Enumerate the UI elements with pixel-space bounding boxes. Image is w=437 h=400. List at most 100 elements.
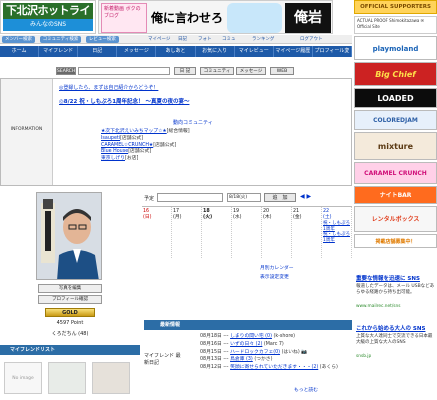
- day-date: 22: [323, 209, 330, 214]
- banner-blog-ad[interactable]: 新着動画 ボクのブログ: [101, 3, 147, 33]
- nav-mypage-history[interactable]: マイページ履歴: [274, 46, 313, 57]
- schedule-add-button[interactable]: 追 加: [264, 193, 296, 202]
- calendar-day-today[interactable]: 18 (火): [202, 207, 232, 258]
- search-community-button[interactable]: コミュニティ: [200, 67, 234, 75]
- official-supporters-note[interactable]: ACTUAL PROOF Shimokitazawa ✉ Official Si…: [354, 16, 437, 34]
- community-link[interactable]: ★次下北沢えいみちマップ☆★: [101, 129, 167, 134]
- ad-caramel-crunch[interactable]: CARAMEL CRUNCH: [354, 162, 437, 184]
- search-diary-button[interactable]: 日 記: [174, 67, 196, 75]
- diary-title-link[interactable]: 笑顔に寄せられていただきます・・・(2): [230, 365, 318, 370]
- calendar-event[interactable]: 祝・しもぷろ1周年: [323, 232, 350, 243]
- list-item: Isaupeti[店舗公式]: [101, 136, 341, 143]
- nav-home[interactable]: ホーム: [0, 46, 40, 57]
- friend-thumbnail[interactable]: [48, 362, 86, 394]
- day-weekday: (土): [323, 215, 332, 220]
- friend-thumbnail[interactable]: No image: [4, 362, 42, 394]
- list-item: ★次下北沢えいみちマップ☆★[総合情報]: [101, 129, 341, 136]
- search-message-button[interactable]: メッセージ: [236, 67, 266, 75]
- community-link[interactable]: Blue House: [101, 149, 128, 154]
- community-search-button[interactable]: コミュニティ検索: [39, 36, 82, 43]
- logo-subtext: みんなのSNS: [3, 19, 93, 31]
- nav-messages[interactable]: メッセージ: [117, 46, 157, 57]
- monthly-calendar-link[interactable]: 月別カレンダー: [260, 264, 294, 273]
- diary-author: (はいね) 📷: [281, 349, 308, 355]
- nav-my-reviews[interactable]: マイレビュー: [235, 46, 274, 57]
- diary-author: (Marc 7): [263, 341, 284, 347]
- community-link[interactable]: CARAMEL☆CRUNCH★: [101, 143, 153, 148]
- community-tag: [総合情報]: [166, 129, 190, 134]
- text-ad-url[interactable]: www.mailrec.net/sns: [356, 304, 400, 309]
- text-ad-title[interactable]: 重要な情報を迅速に SNS: [356, 274, 420, 282]
- calendar-day[interactable]: 20 (木): [262, 207, 292, 258]
- community-icon-link[interactable]: コミュ: [222, 36, 236, 43]
- schedule-input[interactable]: [157, 193, 223, 202]
- calendar-day[interactable]: 16 (日): [142, 207, 172, 258]
- diary-title-link[interactable]: しまりの間い宅 (0): [230, 334, 272, 339]
- info-message-intro[interactable]: ◎登録したら、まずは自己紹介からどうぞ！: [59, 84, 158, 91]
- edit-photo-button[interactable]: 写真を編集: [38, 284, 102, 293]
- calendar-day[interactable]: 22 (土) 祝・しもぷろ1周年 祝・しもぷろ1周年: [322, 207, 352, 258]
- search-web-button[interactable]: WEB: [270, 67, 294, 75]
- community-link[interactable]: 東京しげり: [101, 156, 125, 161]
- diary-author: (k-shore): [273, 334, 296, 339]
- banner-title[interactable]: 俺に言わせろ: [149, 3, 225, 33]
- profile-photo[interactable]: [36, 192, 102, 280]
- ad-loaded[interactable]: LOADED: [354, 88, 437, 108]
- calendar-event[interactable]: 祝・しもぷろ1周年: [323, 221, 350, 232]
- community-tag: [お店]: [125, 156, 139, 162]
- header-banner[interactable]: 新着動画 ボクのブログ 俺に言わせろ 俺岩: [98, 0, 333, 34]
- logout-icon-link[interactable]: ログアウト: [300, 36, 323, 43]
- day-date: 20: [263, 209, 270, 214]
- nav-friends[interactable]: マイフレンド: [39, 46, 79, 57]
- text-ad-url[interactable]: snsb.jp: [356, 354, 371, 359]
- profile-photo-illustration: [37, 193, 101, 279]
- recommended-communities-header[interactable]: 動向コミュニティ: [173, 119, 213, 126]
- site-logo[interactable]: 下北沢ホットライン みんなのSNS: [0, 0, 96, 34]
- diary-icon-link[interactable]: 日記: [178, 36, 187, 43]
- mypage-icon-link[interactable]: マイページ: [148, 36, 170, 43]
- text-ad-body: 上質な大人達同士で交流できる日本最大級の上質な大人のSNS: [356, 334, 433, 345]
- calendar-day[interactable]: 17 (月): [172, 207, 202, 258]
- information-label: INFORMATION: [1, 79, 53, 185]
- search-input[interactable]: [78, 67, 170, 75]
- latest-news-header: 最新情報: [144, 320, 352, 330]
- calendar-day[interactable]: 21 (金): [292, 207, 322, 258]
- friend-thumbnail[interactable]: [92, 362, 130, 394]
- calendar-nav-arrows[interactable]: ◀ ▶: [300, 193, 311, 200]
- nav-favorites[interactable]: お気に入り: [196, 46, 235, 57]
- username[interactable]: くろだちん (48): [45, 330, 95, 337]
- ad-coloredjam[interactable]: COLOREDJAM: [354, 110, 437, 130]
- photo-icon-link[interactable]: フォト: [198, 36, 212, 43]
- schedule-date-select[interactable]: 8/18(火): [227, 193, 261, 202]
- ad-mixture[interactable]: mixture: [354, 132, 437, 160]
- review-search-button[interactable]: レビュー検索: [85, 36, 119, 43]
- profile-column: 写真を編集 プロフィール確認 GOLD 4597 Point くろだちん (48…: [0, 190, 140, 400]
- read-more-link[interactable]: もっと読む: [294, 386, 318, 393]
- list-item: 08月16日 --- いずの日々 (2) (Marc 7): [200, 341, 352, 349]
- member-search-button[interactable]: メンバー検索: [2, 36, 35, 43]
- profile-confirm-button[interactable]: プロフィール確認: [38, 295, 102, 304]
- nav-diary[interactable]: 日記: [78, 46, 118, 57]
- diary-title-link[interactable]: いずの日々 (2): [230, 342, 262, 347]
- diary-title-link[interactable]: 鳥倉庫 (3): [230, 357, 253, 362]
- ad-recruiting[interactable]: 掲載店舗募集中！: [354, 234, 437, 248]
- display-settings-link[interactable]: 表示設定変更: [260, 273, 294, 282]
- nav-profile-edit[interactable]: プロフィール変更: [313, 46, 352, 65]
- calendar-day[interactable]: 19 (水): [232, 207, 262, 258]
- banner-illustration: [227, 3, 282, 33]
- week-calendar: 16 (日) 17 (月) 18 (火) 19 (水) 20 (木) 21 (金) 22 (土…: [142, 206, 352, 258]
- info-message-anniversary[interactable]: ◎8/22 祝・しもぷろ1周年記念！ 〜真夏の夜の宴〜: [59, 97, 189, 105]
- ad-big-chief[interactable]: Big Chief: [354, 62, 437, 86]
- friend-list-header: マイフレンドリスト: [0, 345, 140, 355]
- ad-playmoland[interactable]: playmoland: [354, 36, 437, 60]
- diary-title-link[interactable]: ハードロックカフェ(0): [230, 350, 280, 355]
- community-tag: [店舗公式]: [128, 149, 152, 155]
- list-item: 08月13日 --- 鳥倉庫 (3) (つかさ): [200, 356, 352, 364]
- text-ad-title[interactable]: これから始める大人の SNS: [356, 324, 425, 332]
- ad-night-bar[interactable]: ナイトBAR: [354, 186, 437, 204]
- community-link[interactable]: Isaupeti: [101, 136, 120, 141]
- ranking-icon-link[interactable]: ランキング: [252, 36, 274, 43]
- ad-rental-box[interactable]: レンタルボックス: [354, 206, 437, 232]
- banner-logo[interactable]: 俺岩: [285, 3, 331, 33]
- nav-footprints[interactable]: あしあと: [156, 46, 196, 57]
